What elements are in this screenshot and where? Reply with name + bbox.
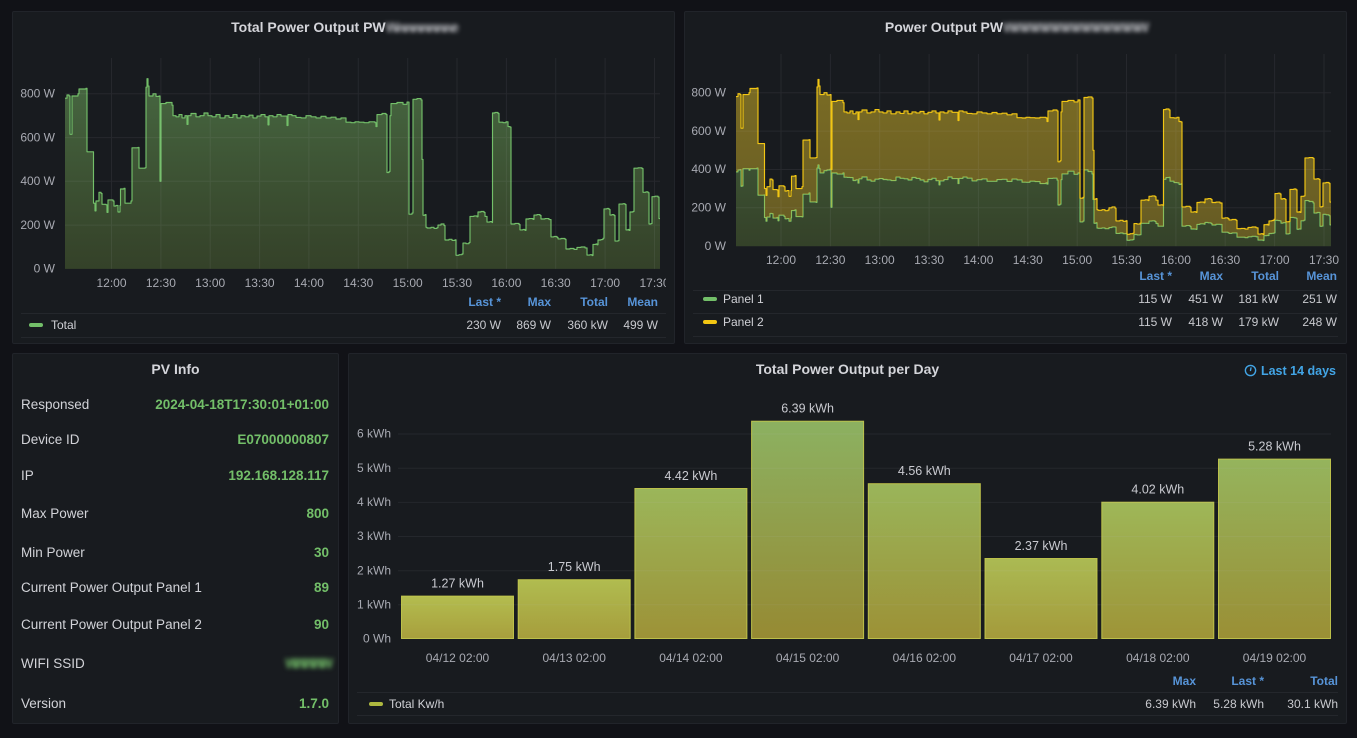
svg-text:200 W: 200 W [20, 218, 55, 232]
svg-text:3 kWh: 3 kWh [357, 529, 391, 543]
svg-text:04/16 02:00: 04/16 02:00 [893, 651, 957, 665]
svg-text:2.37 kWh: 2.37 kWh [1015, 539, 1068, 553]
svg-text:15:00: 15:00 [1062, 253, 1092, 267]
svg-text:16:30: 16:30 [1210, 253, 1240, 267]
svg-text:13:30: 13:30 [245, 276, 275, 290]
svg-text:13:00: 13:00 [195, 276, 225, 290]
svg-text:04/12 02:00: 04/12 02:00 [426, 651, 490, 665]
svg-text:0 W: 0 W [705, 239, 727, 253]
svg-text:04/13 02:00: 04/13 02:00 [542, 651, 606, 665]
svg-text:400 W: 400 W [691, 162, 726, 176]
svg-text:17:30: 17:30 [1309, 253, 1339, 267]
svg-text:600 W: 600 W [20, 130, 55, 144]
svg-text:17:00: 17:00 [590, 276, 620, 290]
svg-text:12:30: 12:30 [146, 276, 176, 290]
svg-text:0 W: 0 W [34, 262, 56, 276]
svg-text:800 W: 800 W [691, 85, 726, 99]
svg-text:17:00: 17:00 [1260, 253, 1290, 267]
svg-text:13:30: 13:30 [914, 253, 944, 267]
svg-text:200 W: 200 W [691, 200, 726, 214]
svg-text:14:30: 14:30 [1013, 253, 1043, 267]
svg-text:600 W: 600 W [691, 124, 726, 138]
svg-text:12:00: 12:00 [766, 253, 796, 267]
svg-text:16:00: 16:00 [1161, 253, 1191, 267]
svg-text:12:00: 12:00 [96, 276, 126, 290]
svg-text:5.28 kWh: 5.28 kWh [1248, 440, 1301, 454]
svg-text:04/17 02:00: 04/17 02:00 [1009, 651, 1073, 665]
svg-text:0 Wh: 0 Wh [363, 632, 391, 646]
svg-text:13:00: 13:00 [865, 253, 895, 267]
svg-text:17:30: 17:30 [639, 276, 669, 290]
svg-text:1.75 kWh: 1.75 kWh [548, 560, 601, 574]
svg-text:4.42 kWh: 4.42 kWh [664, 469, 717, 483]
svg-text:16:00: 16:00 [491, 276, 521, 290]
svg-text:04/14 02:00: 04/14 02:00 [659, 651, 723, 665]
svg-text:04/19 02:00: 04/19 02:00 [1243, 651, 1307, 665]
svg-text:6 kWh: 6 kWh [357, 427, 391, 441]
svg-text:1 kWh: 1 kWh [357, 597, 391, 611]
svg-text:4.56 kWh: 4.56 kWh [898, 464, 951, 478]
svg-text:14:00: 14:00 [963, 253, 993, 267]
svg-text:4.02 kWh: 4.02 kWh [1131, 483, 1184, 497]
svg-text:04/15 02:00: 04/15 02:00 [776, 651, 840, 665]
svg-text:2 kWh: 2 kWh [357, 563, 391, 577]
svg-text:12:30: 12:30 [815, 253, 845, 267]
svg-text:15:30: 15:30 [1111, 253, 1141, 267]
svg-text:15:00: 15:00 [393, 276, 423, 290]
svg-text:14:00: 14:00 [294, 276, 324, 290]
svg-text:5 kWh: 5 kWh [357, 461, 391, 475]
svg-text:16:30: 16:30 [541, 276, 571, 290]
svg-text:04/18 02:00: 04/18 02:00 [1126, 651, 1190, 665]
svg-text:14:30: 14:30 [343, 276, 373, 290]
svg-text:6.39 kWh: 6.39 kWh [781, 402, 834, 416]
svg-text:4 kWh: 4 kWh [357, 495, 391, 509]
svg-text:1.27 kWh: 1.27 kWh [431, 577, 484, 591]
svg-text:800 W: 800 W [20, 86, 55, 100]
svg-text:400 W: 400 W [20, 174, 55, 188]
svg-text:15:30: 15:30 [442, 276, 472, 290]
